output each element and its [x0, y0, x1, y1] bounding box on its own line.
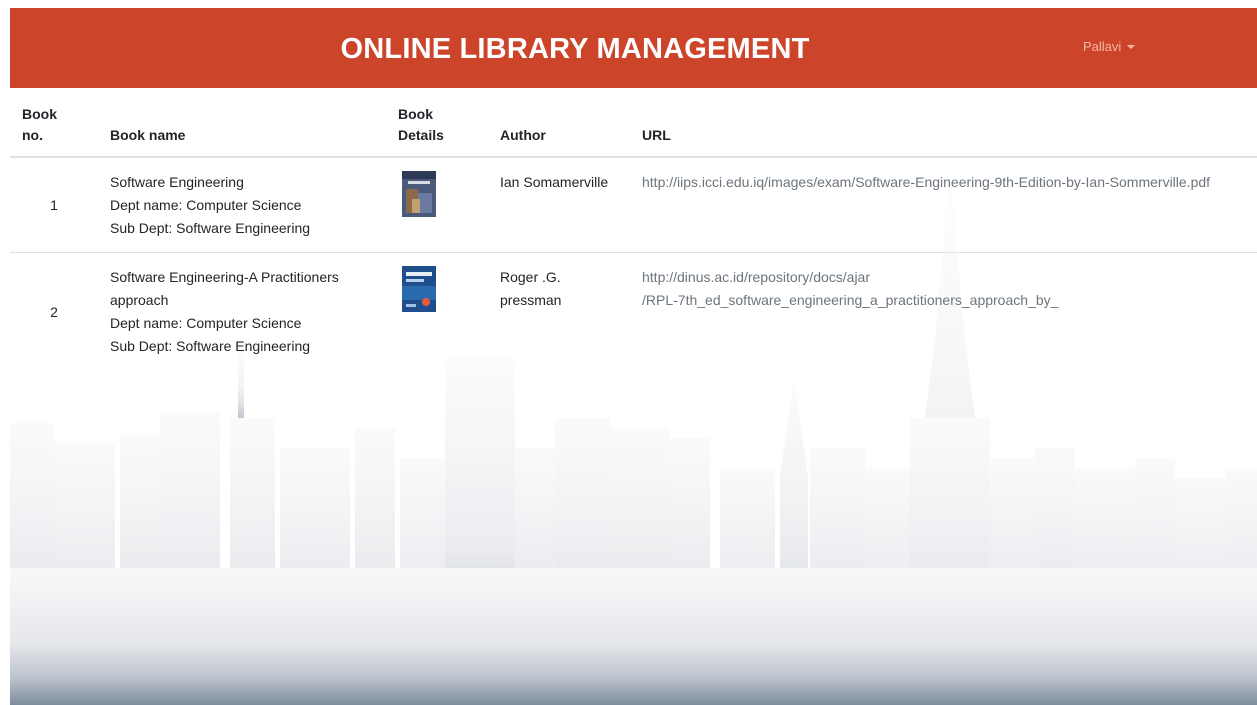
header-book-no: Book no. [10, 88, 98, 158]
book-name: Software Engineering-A Practitioners app… [110, 269, 339, 308]
table-row: 2 Software Engineering-A Practitioners a… [10, 253, 1257, 371]
caret-down-icon [1127, 45, 1136, 49]
header-author: Author [488, 88, 630, 158]
url-cell[interactable]: http://dinus.ac.id/repository/docs/ajar … [630, 253, 1257, 371]
sub-dept-name: Sub Dept: Software Engineering [110, 220, 311, 236]
author-name: Ian Somamerville [500, 174, 609, 190]
book-info: Software Engineering Dept name: Computer… [98, 157, 386, 253]
dept-name: Dept name: Computer Science [110, 197, 302, 213]
header-book-details: Book Details [386, 88, 488, 158]
books-table-container: Book no. Book name Book Details Author U… [10, 88, 1257, 370]
author-name: Roger .G. [500, 269, 561, 285]
book-name: Software Engineering [110, 174, 244, 190]
app-title: ONLINE LIBRARY MANAGEMENT [340, 33, 810, 65]
author-cell: Roger .G. pressman [488, 253, 630, 371]
book-url[interactable]: http://dinus.ac.id/repository/docs/ajar [642, 266, 1245, 289]
book-url[interactable]: http://iips.icci.edu.iq/images/exam/Soft… [642, 171, 1245, 194]
sub-dept-name: Sub Dept: Software Engineering [110, 338, 311, 354]
header-url: URL [630, 88, 1257, 158]
user-name: Pallavi [1083, 39, 1122, 54]
author-cell: Ian Somamerville [488, 157, 630, 253]
books-table: Book no. Book name Book Details Author U… [10, 88, 1257, 370]
table-row: 1 Software Engineering Dept name: Comput… [10, 157, 1257, 253]
page: ONLINE LIBRARY MANAGEMENT Pallavi Book n… [0, 0, 1257, 705]
book-url-cont[interactable]: /RPL-7th_ed_software_engineering_a_pract… [642, 289, 1245, 312]
dept-name: Dept name: Computer Science [110, 315, 302, 331]
table-header-row: Book no. Book name Book Details Author U… [10, 88, 1257, 158]
book-details-cell [386, 157, 488, 253]
author-name-cont: pressman [500, 292, 562, 308]
header-book-name: Book name [98, 88, 386, 158]
book-cover-image[interactable] [402, 266, 436, 312]
user-menu-dropdown[interactable]: Pallavi [1083, 39, 1136, 54]
top-navbar: ONLINE LIBRARY MANAGEMENT Pallavi [10, 8, 1257, 88]
url-cell[interactable]: http://iips.icci.edu.iq/images/exam/Soft… [630, 157, 1257, 253]
book-details-cell [386, 253, 488, 371]
book-number: 2 [50, 303, 58, 320]
book-info: Software Engineering-A Practitioners app… [98, 253, 386, 371]
book-cover-image[interactable] [402, 171, 436, 217]
book-number: 1 [10, 157, 98, 253]
